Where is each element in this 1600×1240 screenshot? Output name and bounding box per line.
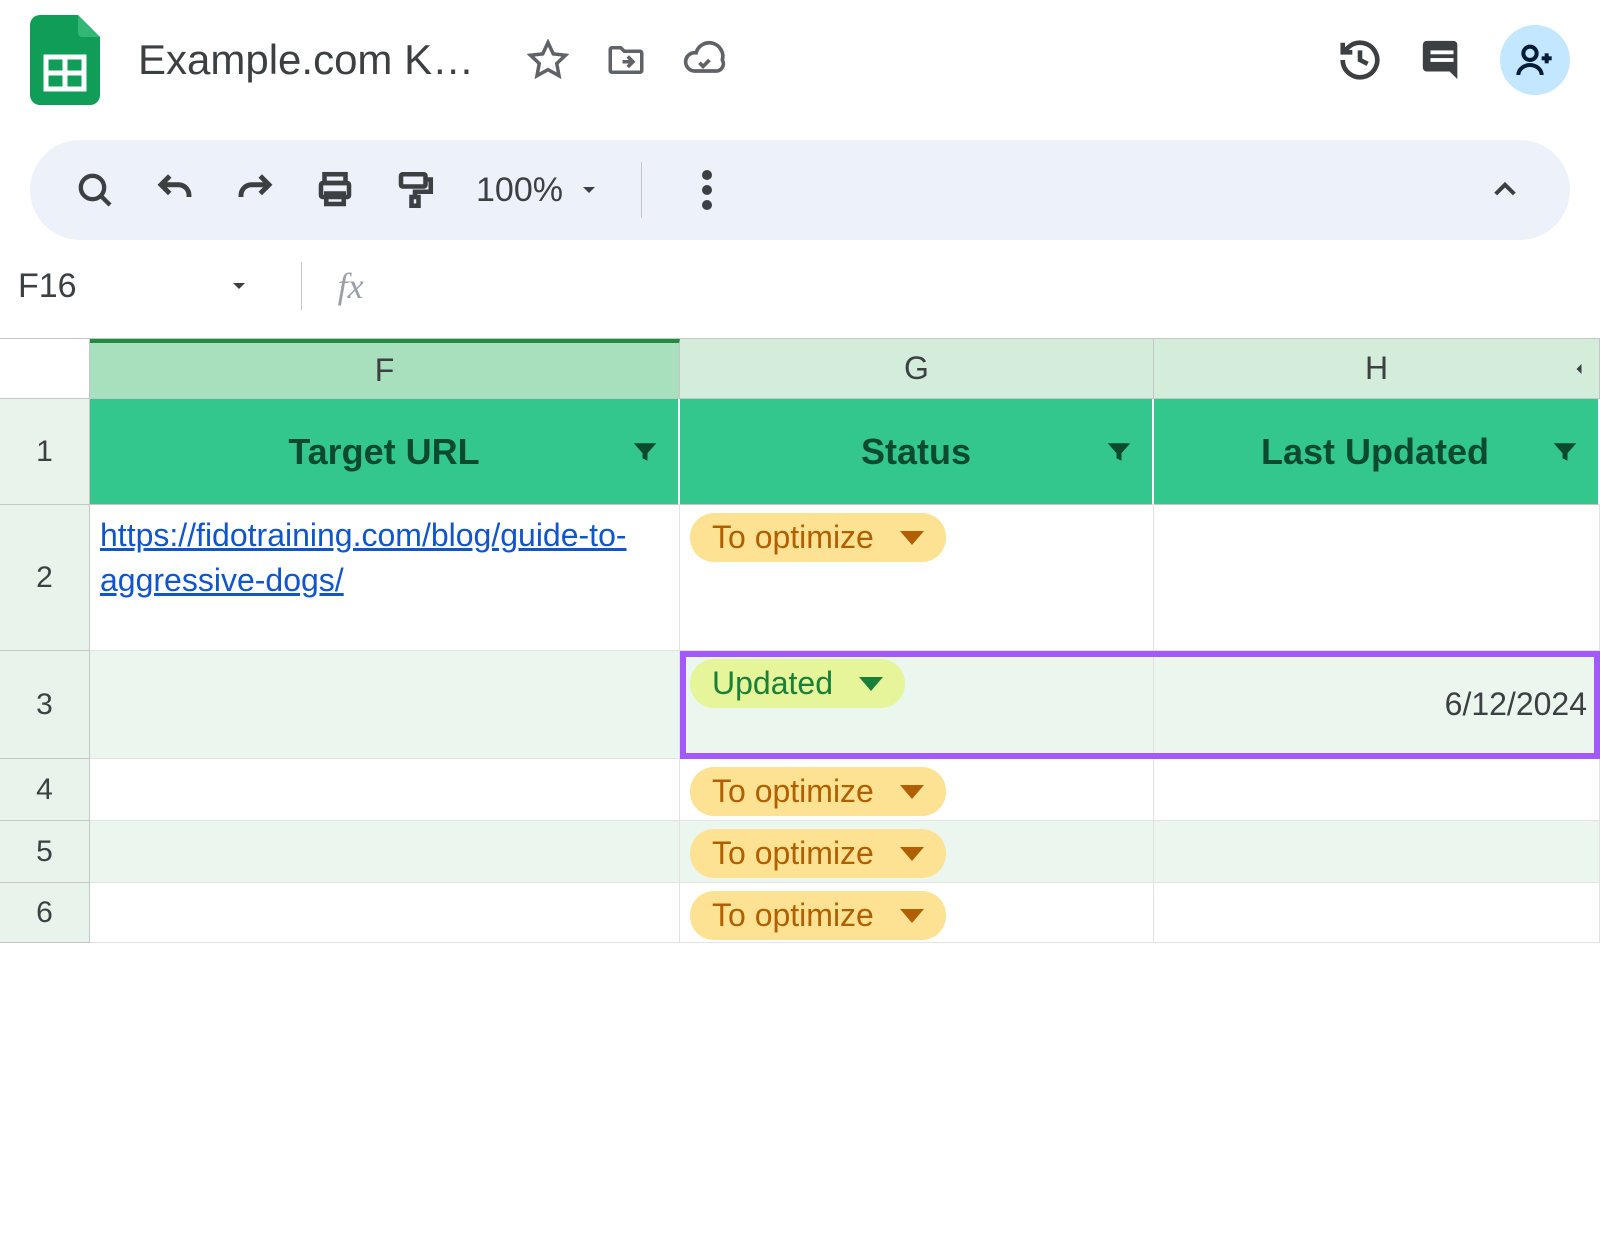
comments-icon[interactable] [1418,36,1466,84]
header-status[interactable]: Status [680,399,1154,505]
column-header-F[interactable]: F [90,339,680,399]
star-icon[interactable] [524,36,572,84]
collapse-toolbar-icon[interactable] [1480,165,1530,215]
header-label: Last Updated [1261,431,1489,473]
cell-G6[interactable]: To optimize [680,883,1154,943]
chevron-down-icon [900,531,924,545]
chip-label: Updated [712,665,833,702]
cell-H2[interactable] [1154,505,1600,651]
row-header-6[interactable]: 6 [0,883,90,943]
cell-F2[interactable]: https://fidotraining.com/blog/guide-to-a… [90,505,680,651]
chip-label: To optimize [712,835,874,872]
sheets-app-icon[interactable] [30,15,100,105]
header-row: 1 Target URL Status Last Updated [0,399,1600,505]
row-header-1[interactable]: 1 [0,399,90,505]
row-header-5[interactable]: 5 [0,821,90,883]
name-box[interactable]: F16 [14,267,251,306]
header-target-url[interactable]: Target URL [90,399,680,505]
column-header-G[interactable]: G [680,339,1154,399]
spreadsheet-grid: F G H 1 Target URL Status Last Updated [0,338,1600,943]
chevron-down-icon [900,909,924,923]
cell-F6[interactable] [90,883,680,943]
redo-icon[interactable] [230,165,280,215]
chip-label: To optimize [712,773,874,810]
cell-G3[interactable]: Updated [680,651,1154,759]
row-header-4[interactable]: 4 [0,759,90,821]
app-header: Example.com K… [0,0,1600,120]
header-label: Target URL [288,431,479,473]
move-folder-icon[interactable] [602,36,650,84]
print-icon[interactable] [310,165,360,215]
filter-icon[interactable] [1550,437,1580,467]
table-row: 3 Updated 6/12/2024 [0,651,1600,759]
search-menu-icon[interactable] [70,165,120,215]
cell-H3[interactable]: 6/12/2024 [1154,651,1600,759]
table-row: 4 To optimize [0,759,1600,821]
chevron-down-icon [859,677,883,691]
paint-format-icon[interactable] [390,165,440,215]
status-chip[interactable]: Updated [690,659,905,708]
cell-F5[interactable] [90,821,680,883]
cell-H6[interactable] [1154,883,1600,943]
share-button[interactable] [1500,25,1570,95]
cell-reference: F16 [18,267,77,306]
chevron-down-icon [577,178,601,202]
table-row: 5 To optimize [0,821,1600,883]
divider [641,162,642,218]
chip-label: To optimize [712,897,874,934]
column-letter: H [1365,350,1388,387]
status-chip[interactable]: To optimize [690,891,946,940]
filter-icon[interactable] [630,437,660,467]
cell-H5[interactable] [1154,821,1600,883]
url-link[interactable]: https://fidotraining.com/blog/guide-to-a… [100,513,669,603]
chevron-down-icon [900,785,924,799]
zoom-value: 100% [476,171,563,210]
select-all-corner[interactable] [0,339,90,399]
filter-icon[interactable] [1104,437,1134,467]
table-row: 6 To optimize [0,883,1600,943]
row-header-3[interactable]: 3 [0,651,90,759]
header-label: Status [861,431,971,473]
history-icon[interactable] [1336,36,1384,84]
status-chip[interactable]: To optimize [690,513,946,562]
chevron-down-icon [900,847,924,861]
chevron-down-icon [227,274,251,298]
cell-H4[interactable] [1154,759,1600,821]
chip-label: To optimize [712,519,874,556]
header-last-updated[interactable]: Last Updated [1154,399,1600,505]
cell-F3[interactable] [90,651,680,759]
formula-bar-row: F16 fx [0,240,1600,320]
row-header-2[interactable]: 2 [0,505,90,651]
zoom-dropdown[interactable]: 100% [476,171,601,210]
status-chip[interactable]: To optimize [690,829,946,878]
column-headers: F G H [0,339,1600,399]
cell-G2[interactable]: To optimize [680,505,1154,651]
cell-F4[interactable] [90,759,680,821]
fx-icon[interactable]: fx [338,265,364,307]
document-title[interactable]: Example.com K… [138,36,474,84]
table-row: 2 https://fidotraining.com/blog/guide-to… [0,505,1600,651]
divider [301,262,302,310]
status-chip[interactable]: To optimize [690,767,946,816]
undo-icon[interactable] [150,165,200,215]
cell-G4[interactable]: To optimize [680,759,1154,821]
column-header-H[interactable]: H [1154,339,1600,399]
toolbar: 100% [30,140,1570,240]
cloud-status-icon[interactable] [680,36,728,84]
more-menu-icon[interactable] [682,165,732,215]
cell-G5[interactable]: To optimize [680,821,1154,883]
collapse-columns-icon[interactable] [1569,359,1589,379]
